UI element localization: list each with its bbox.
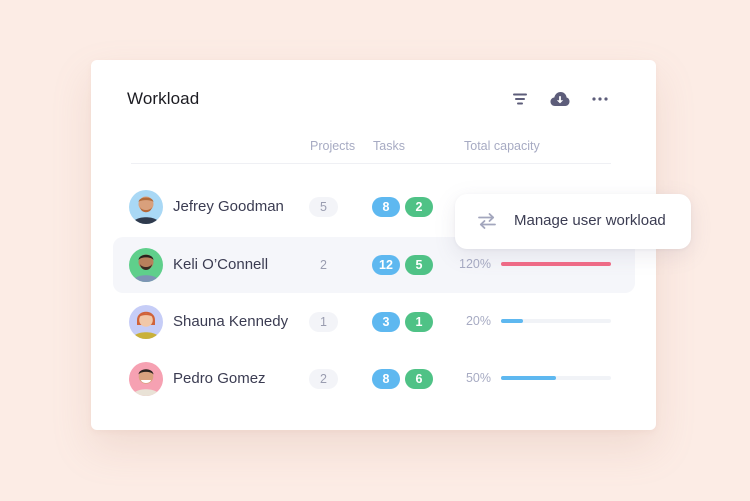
filter-button[interactable] xyxy=(510,90,530,108)
table-row[interactable]: Shauna Kennedy 1 3 1 20% xyxy=(113,294,635,350)
tasks-open-badge: 8 xyxy=(372,197,400,217)
tasks-done-badge: 2 xyxy=(405,197,433,217)
column-header-capacity[interactable]: Total capacity xyxy=(464,139,540,153)
capacity-bar-fill xyxy=(501,262,611,266)
filter-icon xyxy=(513,93,527,105)
projects-count: 5 xyxy=(309,197,338,217)
menu-item-label: Manage user workload xyxy=(514,212,666,229)
column-header-projects[interactable]: Projects xyxy=(310,139,355,153)
table-row[interactable]: Pedro Gomez 2 8 6 50% xyxy=(113,351,635,407)
projects-count: 1 xyxy=(309,312,338,332)
column-header-tasks[interactable]: Tasks xyxy=(373,139,405,153)
widget-title: Workload xyxy=(127,89,200,108)
capacity-percent: 50% xyxy=(465,371,491,385)
tasks-done-badge: 6 xyxy=(405,369,433,389)
avatar xyxy=(129,190,163,224)
tasks-open-badge: 8 xyxy=(372,369,400,389)
capacity-bar xyxy=(501,376,611,380)
more-horizontal-icon xyxy=(592,97,608,101)
manage-user-workload-menu-item[interactable]: Manage user workload xyxy=(455,194,691,249)
avatar xyxy=(129,248,163,282)
user-name[interactable]: Jefrey Goodman xyxy=(173,198,284,215)
tasks-open-badge: 12 xyxy=(372,255,400,275)
capacity-bar xyxy=(501,262,611,266)
header-divider xyxy=(131,163,611,164)
more-options-button[interactable] xyxy=(590,90,610,108)
tasks-done-badge: 5 xyxy=(405,255,433,275)
swap-arrows-icon xyxy=(477,212,497,230)
capacity-percent: 120% xyxy=(459,257,491,271)
cloud-download-icon xyxy=(550,92,570,106)
widget-toolbar xyxy=(510,90,610,108)
capacity-bar xyxy=(501,319,611,323)
projects-count: 2 xyxy=(309,369,338,389)
capacity-bar-fill xyxy=(501,376,556,380)
capacity-bar-fill xyxy=(501,319,523,323)
user-name[interactable]: Pedro Gomez xyxy=(173,370,266,387)
tasks-done-badge: 1 xyxy=(405,312,433,332)
user-name[interactable]: Keli O’Connell xyxy=(173,256,268,273)
capacity-percent: 20% xyxy=(465,314,491,328)
avatar xyxy=(129,362,163,396)
avatar xyxy=(129,305,163,339)
projects-count: 2 xyxy=(320,258,327,272)
user-name[interactable]: Shauna Kennedy xyxy=(173,313,288,330)
tasks-open-badge: 3 xyxy=(372,312,400,332)
download-button[interactable] xyxy=(550,90,570,108)
